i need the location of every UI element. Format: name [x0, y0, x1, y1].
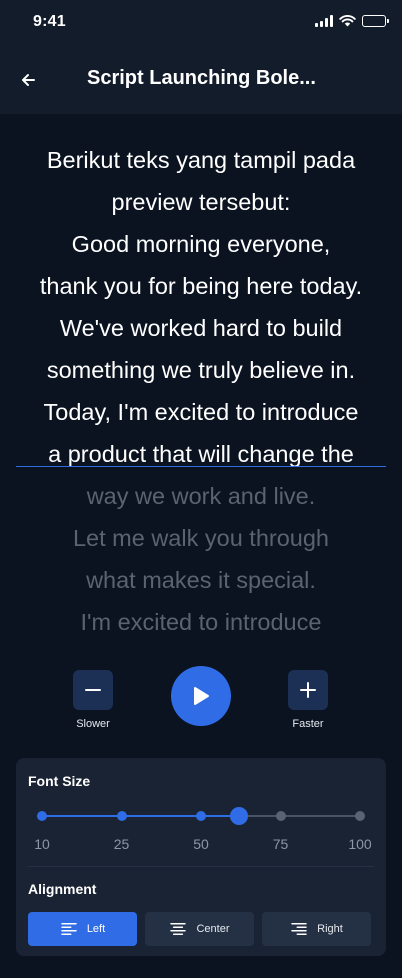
status-bar: 9:41: [0, 0, 402, 46]
slider-tick-label: 75: [272, 836, 289, 852]
slider-tick-label: 50: [193, 836, 209, 852]
faster-button[interactable]: [288, 670, 328, 710]
align-center-button[interactable]: Center: [145, 912, 254, 946]
wifi-icon: [339, 15, 356, 27]
script-line: Good morning everyone,: [71, 231, 331, 257]
status-icons: [315, 15, 389, 27]
align-right-button[interactable]: Right: [262, 912, 371, 946]
status-time: 9:41: [33, 13, 66, 30]
slider-thumb[interactable]: [230, 807, 249, 825]
panel-divider: [28, 866, 374, 867]
faster-label: Faster: [292, 718, 324, 730]
font-size-heading: Font Size: [28, 773, 91, 789]
slider-tick[interactable]: [275, 811, 286, 821]
script-line: something we truly believe in.: [46, 357, 356, 383]
script-line: We've worked hard to build: [59, 315, 343, 341]
script-line: thank you for being here today.: [39, 273, 363, 299]
font-size-slider[interactable]: [37, 807, 365, 825]
align-option-label: Center: [196, 923, 230, 935]
faster-control: Faster: [288, 670, 328, 730]
script-line: I'm excited to introduce: [80, 609, 322, 635]
align-left-button[interactable]: Left: [28, 912, 137, 946]
slower-label: Slower: [76, 718, 110, 730]
script-preview[interactable]: Berikut teks yang tampil pada preview ter…: [0, 139, 402, 643]
slider-tick[interactable]: [37, 811, 47, 821]
slider-tick[interactable]: [196, 811, 206, 821]
script-line: way we work and live.: [86, 483, 316, 509]
plus-icon: [300, 682, 316, 698]
slider-tick-label: 10: [34, 836, 50, 852]
signal-icon: [315, 15, 333, 27]
slider-tick-label: 25: [113, 836, 130, 852]
back-button[interactable]: [14, 66, 42, 94]
align-option-label: Right: [317, 923, 343, 935]
play-icon: [194, 687, 209, 705]
alignment-options: Left Center Right: [28, 912, 371, 946]
slider-tick[interactable]: [116, 811, 127, 821]
align-right-icon: [291, 923, 307, 935]
script-line-current: a product that will change the: [48, 441, 354, 467]
alignment-heading: Alignment: [28, 881, 97, 897]
app-header: Script Launching Bole...: [0, 46, 402, 114]
align-option-label: Left: [86, 923, 106, 935]
slider-tick-label: 100: [348, 836, 372, 852]
play-button[interactable]: [171, 666, 231, 726]
script-line: preview tersebut:: [111, 189, 291, 215]
script-line: what makes it special.: [86, 567, 316, 593]
slider-fill: [42, 815, 240, 817]
minus-icon: [85, 689, 101, 691]
page-title: Script Launching Bole...: [87, 67, 316, 89]
settings-panel: Font Size 10 25 50 75 100 Alignment Left Cent…: [16, 758, 386, 956]
script-line: Let me walk you through: [72, 525, 330, 551]
script-line: Today, I'm excited to introduce: [43, 399, 359, 425]
battery-icon: [362, 15, 389, 27]
slider-tick[interactable]: [355, 811, 365, 821]
script-line: Berikut teks yang tampil pada: [46, 147, 356, 173]
slower-button[interactable]: [73, 670, 113, 710]
current-line-marker: [16, 466, 386, 467]
slower-control: Slower: [73, 670, 113, 730]
teleprompter-screen: 9:41 Script Launching Bole... Berikut te…: [0, 0, 402, 978]
align-left-icon: [61, 923, 77, 935]
align-center-icon: [170, 923, 187, 935]
arrow-left-icon: [22, 74, 35, 86]
